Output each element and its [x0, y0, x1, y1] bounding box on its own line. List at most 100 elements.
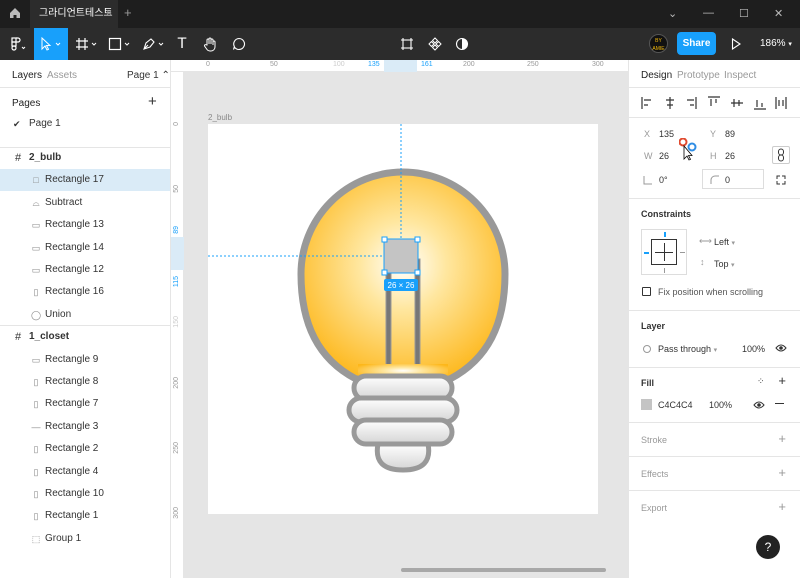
constrain-proportions-toggle[interactable] [772, 146, 790, 164]
layer-item[interactable]: ▯ Rectangle 10 [0, 483, 170, 505]
align-left-icon [641, 97, 651, 109]
constraint-right[interactable] [680, 252, 685, 253]
pen-tool-button[interactable] [141, 28, 167, 60]
design-panel-tabs: Design Prototype Inspect [629, 60, 800, 88]
layer-item[interactable]: ▯ Rectangle 1 [0, 505, 170, 527]
add-export-icon[interactable]: + [778, 499, 786, 514]
tab-assets[interactable]: Assets [47, 70, 77, 81]
close-window-icon[interactable]: ✕ [774, 7, 783, 20]
page-item-label: Page 1 [29, 118, 61, 129]
shape-tool-button[interactable] [107, 28, 133, 60]
corner-radius-input[interactable]: 0 [702, 169, 764, 189]
move-tool-button[interactable] [34, 28, 68, 60]
frame-label[interactable]: 2_bulb [208, 113, 232, 122]
layer-label: Rectangle 4 [45, 465, 99, 477]
y-field[interactable]: 89 [725, 129, 735, 139]
main-menu-button[interactable] [4, 28, 32, 60]
tab-prototype[interactable]: Prototype [677, 70, 720, 81]
layer-item[interactable]: ▯ Rectangle 7 [0, 393, 170, 415]
layer-item[interactable]: ▯ Rectangle 8 [0, 371, 170, 393]
rect-layer-icon: ▯ [33, 444, 39, 455]
layer-item[interactable]: ▯ Rectangle 4 [0, 461, 170, 483]
effects-heading: Effects [641, 469, 669, 479]
layer-item[interactable]: ⌓ Subtract [0, 192, 170, 214]
constraint-top-active[interactable] [664, 232, 666, 237]
layer-item[interactable]: □ Rectangle 17 [0, 169, 170, 192]
close-tab-icon[interactable]: × [106, 0, 112, 28]
page-selector[interactable]: Page 1 ⌃ [127, 70, 170, 81]
add-effect-icon[interactable]: + [778, 465, 786, 480]
layer-label: Rectangle 16 [45, 286, 104, 298]
layer-item[interactable]: ▭ Rectangle 14 [0, 237, 170, 259]
w-label: W [644, 151, 653, 161]
layer-frame[interactable]: #2_bulb [0, 147, 170, 169]
transform-section: X 135 Y 89 W 26 H 26 0° 0 [629, 118, 800, 199]
bulb-illustration: 26 × 26 [208, 124, 509, 473]
fill-hex-field[interactable]: C4C4C4 [658, 400, 693, 410]
minimize-window-icon[interactable]: — [703, 7, 714, 19]
x-field[interactable]: 135 [659, 129, 674, 139]
horizontal-scrollbar[interactable] [401, 568, 606, 572]
layer-label: Rectangle 14 [45, 241, 104, 253]
add-stroke-icon[interactable]: + [778, 431, 786, 446]
bulb-glass [297, 168, 509, 383]
zoom-dropdown[interactable]: 186% ▾ [760, 38, 792, 49]
help-button[interactable]: ? [756, 535, 780, 559]
tab-inspect[interactable]: Inspect [724, 70, 756, 81]
hand-tool-button[interactable] [199, 28, 221, 60]
layer-item[interactable]: ◯ Union [0, 304, 170, 326]
constraint-left-active[interactable] [644, 252, 649, 254]
page-item[interactable]: ✔ Page 1 [0, 113, 170, 135]
eye-icon[interactable] [753, 400, 765, 410]
frame-tool-button[interactable] [74, 28, 100, 60]
layer-heading: Layer [641, 321, 666, 331]
constraint-bottom[interactable] [664, 268, 665, 273]
fix-position-checkbox[interactable] [642, 287, 651, 296]
vertical-constraint-dropdown[interactable]: Top ▾ [714, 259, 735, 269]
layer-item[interactable]: ⬚ Group 1 [0, 528, 170, 550]
new-tab-icon[interactable]: + [124, 5, 132, 20]
crop-tool-button[interactable] [396, 28, 418, 60]
layer-label: Rectangle 8 [45, 376, 99, 387]
tab-design[interactable]: Design [641, 70, 672, 81]
layer-item[interactable]: ▯ Rectangle 16 [0, 281, 170, 303]
text-tool-button[interactable]: T [172, 28, 192, 60]
artboard-2-bulb[interactable]: 26 × 26 [208, 124, 598, 514]
export-section: Export + [629, 491, 800, 525]
layer-item[interactable]: — Rectangle 3 [0, 416, 170, 438]
rect-layer-icon: ▯ [33, 399, 39, 410]
h-field[interactable]: 26 [725, 151, 735, 161]
rotation-field[interactable]: 0° [659, 175, 668, 185]
fill-swatch[interactable] [641, 399, 652, 410]
layer-item[interactable]: ▭ Rectangle 12 [0, 259, 170, 281]
share-button[interactable]: Share [677, 32, 716, 55]
layer-item[interactable]: ▭ Rectangle 9 [0, 349, 170, 371]
layer-label: Subtract [45, 196, 83, 208]
file-tab[interactable]: 그라디언트테스트 × [30, 0, 118, 28]
maximize-window-icon[interactable]: ☐ [739, 7, 749, 20]
fill-styles-icon[interactable]: ⁘ [757, 376, 764, 387]
horizontal-constraint-dropdown[interactable]: Left ▾ [714, 237, 735, 247]
add-fill-icon[interactable]: + [778, 373, 786, 388]
mask-button[interactable] [451, 28, 473, 60]
avatar[interactable]: BY AMIE [649, 34, 668, 53]
canvas[interactable]: 0 50 100 135 161 200 250 300 0 50 89 115… [171, 60, 628, 578]
tab-layers[interactable]: Layers [12, 70, 42, 81]
layer-item[interactable]: ▯ Rectangle 2 [0, 438, 170, 460]
blend-mode-dropdown[interactable]: Pass through ▾ [658, 344, 717, 354]
component-button[interactable] [424, 28, 446, 60]
constraint-widget[interactable] [641, 229, 687, 275]
home-icon[interactable] [8, 6, 22, 20]
w-field[interactable]: 26 [659, 151, 669, 161]
comment-tool-button[interactable] [228, 28, 250, 60]
independent-corners-icon[interactable] [776, 175, 786, 185]
chevron-down-icon[interactable]: ⌄ [668, 7, 677, 20]
present-button[interactable] [728, 28, 744, 60]
add-page-icon[interactable]: + [148, 93, 157, 110]
layer-opacity-field[interactable]: 100% [742, 344, 765, 354]
remove-fill-icon[interactable] [775, 403, 784, 404]
fill-opacity-field[interactable]: 100% [709, 400, 732, 410]
layer-item[interactable]: ▭ Rectangle 13 [0, 214, 170, 236]
layer-frame[interactable]: #1_closet [0, 326, 170, 348]
eye-icon[interactable] [775, 343, 787, 353]
